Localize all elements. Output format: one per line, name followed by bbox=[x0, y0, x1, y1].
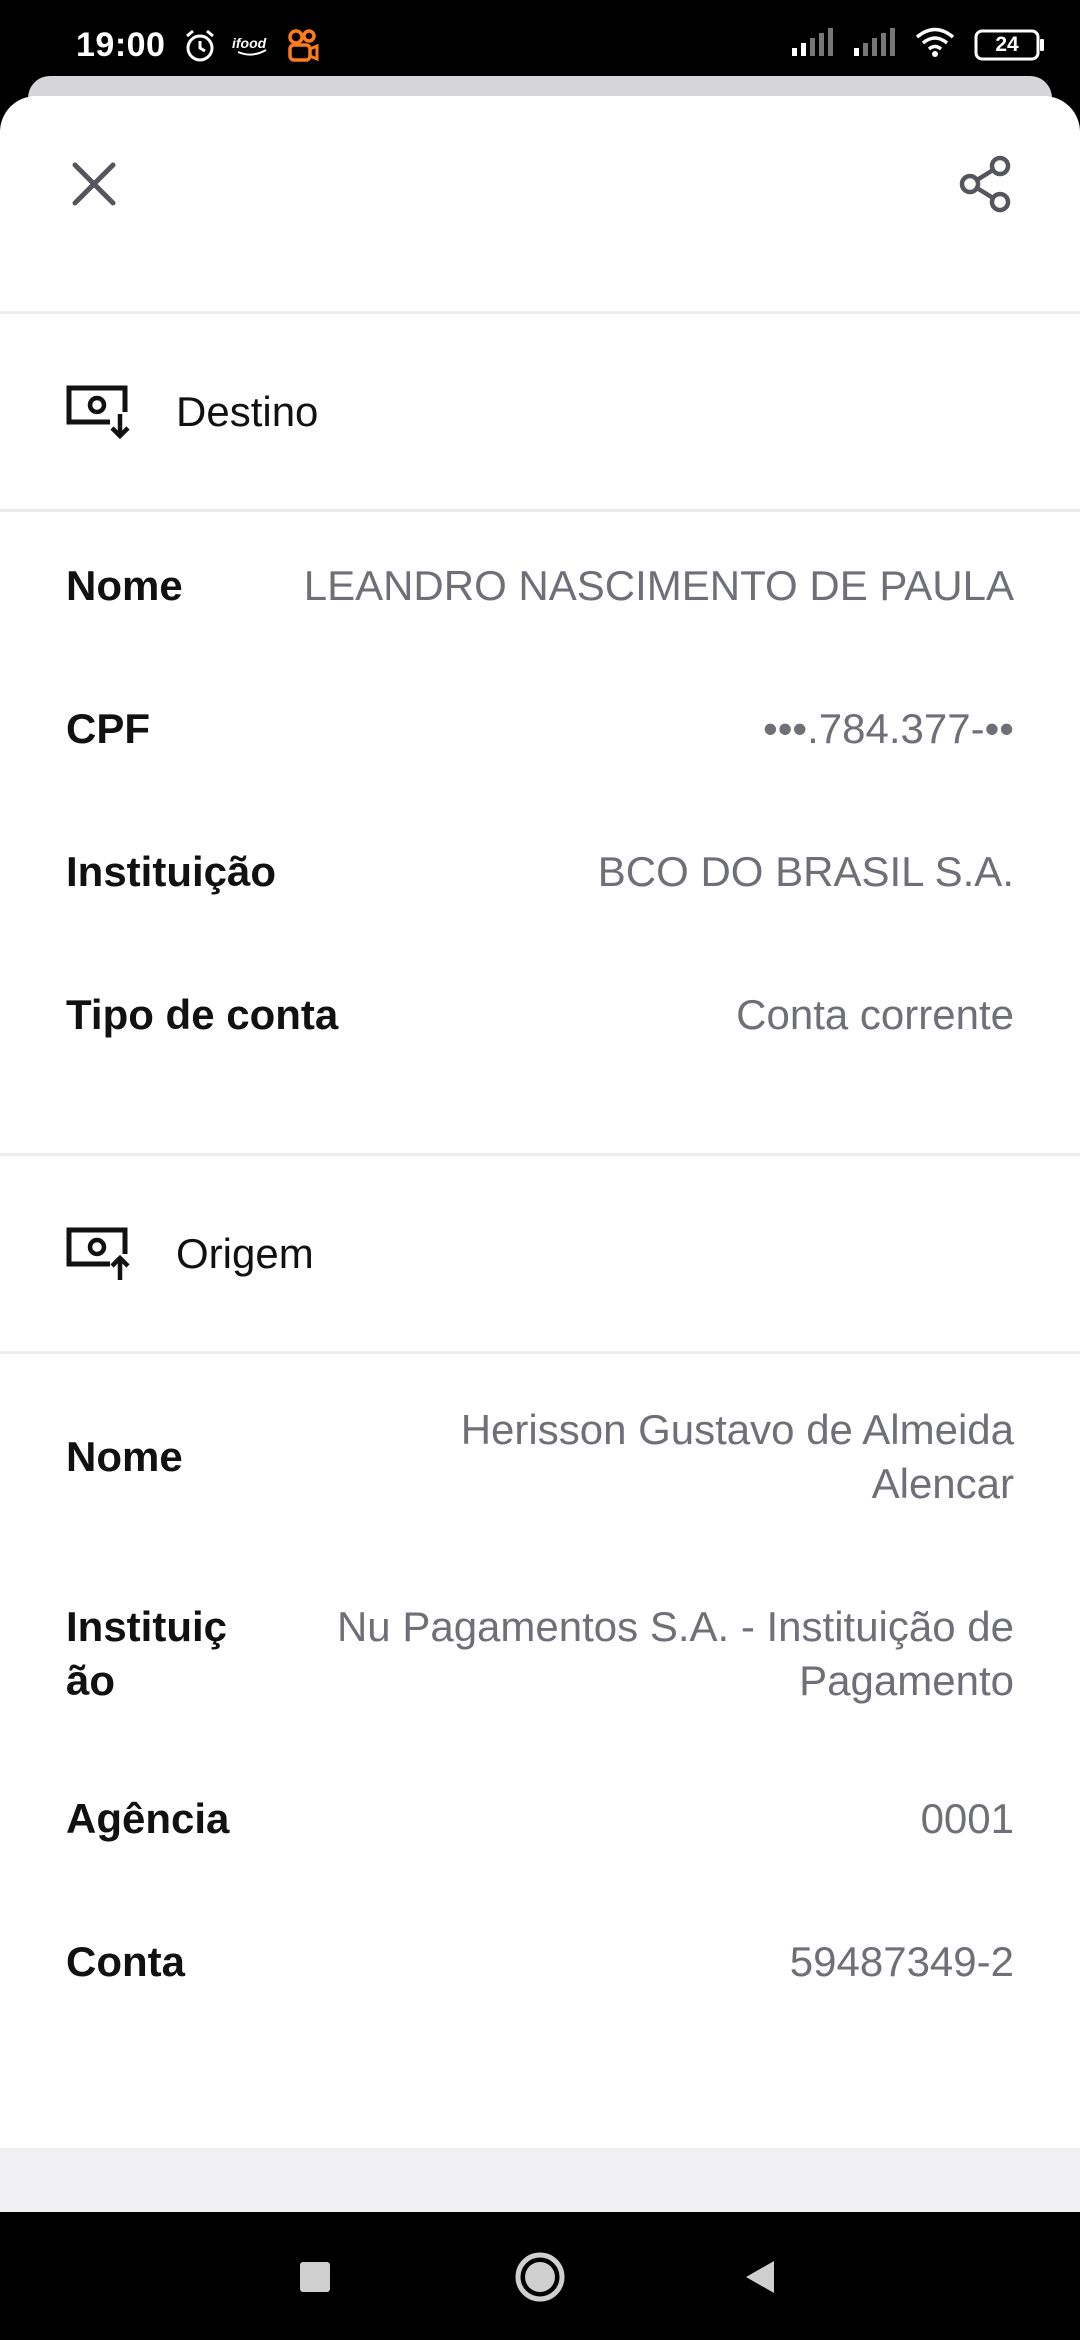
origem-row-instituicao: Instituição Nu Pagamentos S.A. - Institu… bbox=[66, 1600, 1014, 1708]
close-icon bbox=[72, 162, 116, 206]
origem-section-header: Origem bbox=[0, 1156, 1080, 1352]
battery-level: 24 bbox=[995, 32, 1019, 56]
row-value: 59487349-2 bbox=[789, 1938, 1014, 1985]
row-label: Agência bbox=[66, 1795, 230, 1842]
kwai-icon bbox=[286, 28, 320, 69]
sheet-footer-strip bbox=[0, 2148, 1080, 2212]
row-label: Conta bbox=[66, 1938, 185, 1985]
row-label: Nome bbox=[66, 562, 183, 609]
recents-button[interactable] bbox=[280, 2242, 350, 2312]
divider bbox=[0, 509, 1080, 512]
money-out-icon bbox=[66, 1227, 132, 1282]
status-indicators: 24 bbox=[790, 26, 1046, 63]
svg-text:ifood: ifood bbox=[232, 35, 267, 51]
ifood-icon: ifood bbox=[232, 34, 272, 61]
share-icon bbox=[959, 155, 1011, 213]
destino-row-nome: Nome LEANDRO NASCIMENTO DE PAULA bbox=[66, 559, 1014, 613]
row-label: Instituição bbox=[66, 848, 277, 895]
row-value: •••.784.377-•• bbox=[763, 705, 1014, 752]
share-button[interactable] bbox=[950, 148, 1022, 220]
signal-icon bbox=[852, 26, 896, 63]
home-icon bbox=[515, 2252, 565, 2302]
wifi-icon bbox=[914, 26, 956, 63]
divider bbox=[0, 1351, 1080, 1354]
battery-icon: 24 bbox=[974, 28, 1046, 62]
close-button[interactable] bbox=[58, 148, 130, 220]
row-label: Nome bbox=[66, 1433, 183, 1480]
sheet-header bbox=[0, 96, 1080, 312]
row-value: Conta corrente bbox=[736, 991, 1014, 1038]
destino-row-instituicao: Instituição BCO DO BRASIL S.A. bbox=[66, 845, 1014, 899]
row-label: CPF bbox=[66, 705, 150, 752]
row-value: BCO DO BRASIL S.A. bbox=[597, 848, 1014, 895]
back-button[interactable] bbox=[725, 2242, 795, 2312]
recents-icon bbox=[300, 2262, 330, 2292]
destino-row-cpf: CPF •••.784.377-•• bbox=[66, 702, 1014, 756]
money-in-icon bbox=[66, 385, 132, 440]
destino-section-header: Destino bbox=[0, 314, 1080, 510]
transfer-details-sheet: Destino Nome LEANDRO NASCIMENTO DE PAULA… bbox=[0, 96, 1080, 2212]
row-value: Herisson Gustavo de Almeida Alencar bbox=[460, 1406, 1014, 1507]
row-value: Nu Pagamentos S.A. - Instituição de Paga… bbox=[336, 1603, 1014, 1704]
signal-icon bbox=[790, 26, 834, 63]
home-button[interactable] bbox=[505, 2242, 575, 2312]
destino-row-tipo-conta: Tipo de conta Conta corrente bbox=[66, 988, 1014, 1042]
origem-row-nome: Nome Herisson Gustavo de Almeida Alencar bbox=[66, 1402, 1014, 1512]
alarm-icon bbox=[182, 28, 218, 69]
origem-row-conta: Conta 59487349-2 bbox=[66, 1935, 1014, 1989]
back-icon bbox=[746, 2261, 774, 2293]
origem-row-agencia: Agência 0001 bbox=[66, 1792, 1014, 1846]
row-label: Tipo de conta bbox=[66, 991, 339, 1038]
row-value: LEANDRO NASCIMENTO DE PAULA bbox=[303, 562, 1014, 609]
status-time: 19:00 bbox=[76, 26, 166, 64]
destino-title: Destino bbox=[176, 388, 319, 435]
origem-title: Origem bbox=[176, 1230, 314, 1277]
row-label: Instituição bbox=[66, 1603, 228, 1704]
row-value: 0001 bbox=[920, 1795, 1014, 1842]
system-nav-bar bbox=[0, 2212, 1080, 2340]
